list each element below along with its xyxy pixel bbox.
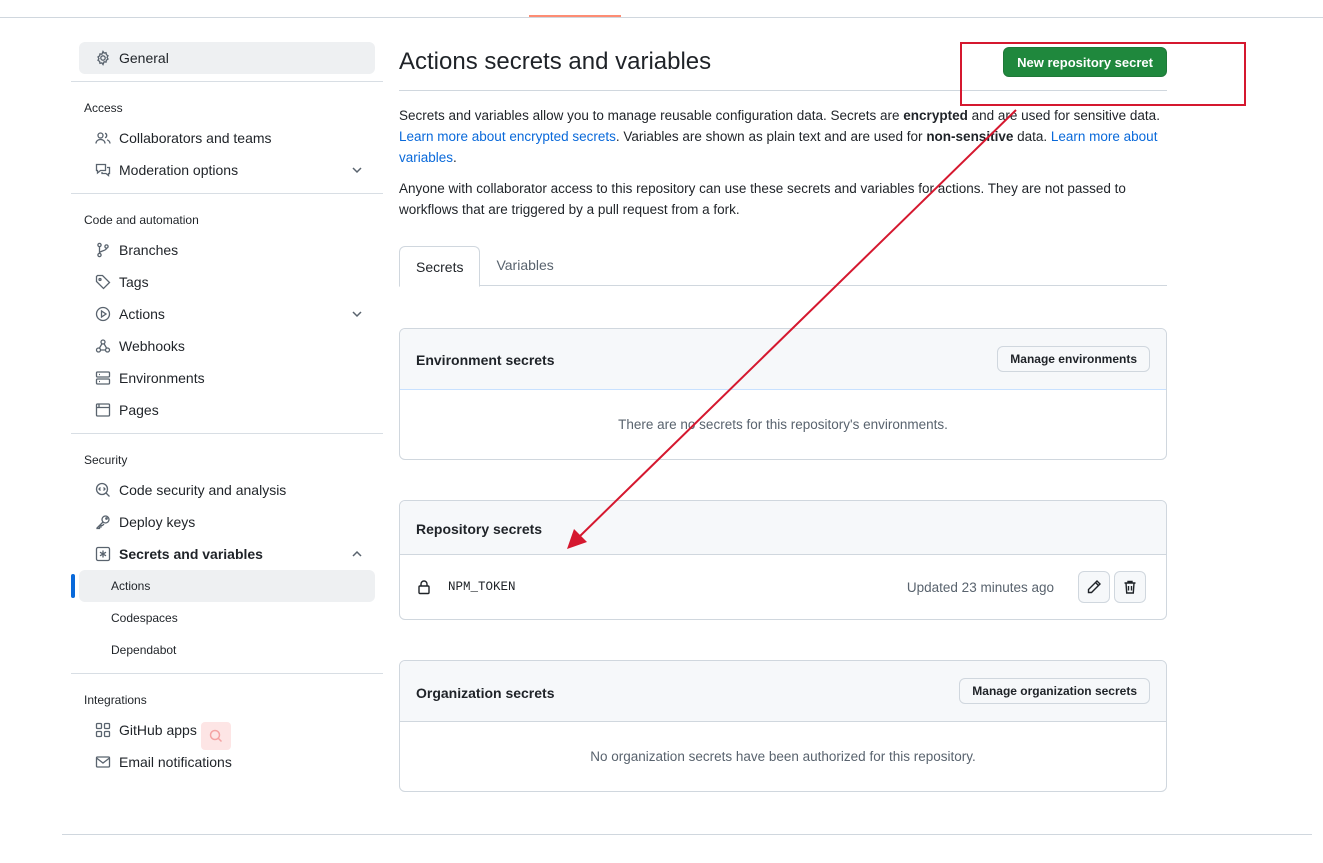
sidebar-item-email-notifications[interactable]: Email notifications <box>79 746 375 778</box>
environment-secrets-box: Environment secrets Manage environments … <box>399 328 1167 460</box>
sidebar-item-webhooks[interactable]: Webhooks <box>79 330 375 362</box>
people-icon <box>95 130 111 146</box>
edit-secret-button[interactable] <box>1078 571 1110 603</box>
chevron-down-icon[interactable] <box>349 162 365 178</box>
sidebar-subitem-label: Actions <box>111 579 151 593</box>
secret-updated-time: Updated 23 minutes ago <box>906 580 1054 595</box>
sidebar-item-code-security[interactable]: Code security and analysis <box>79 474 375 506</box>
sidebar-subitem-dependabot[interactable]: Dependabot <box>79 634 375 666</box>
sidebar-item-tags[interactable]: Tags <box>79 266 375 298</box>
sidebar-subitem-label: Dependabot <box>111 643 177 657</box>
sidebar-group-code-automation: Code and automation <box>84 213 199 227</box>
sidebar-group-access: Access <box>84 101 123 115</box>
browser-icon <box>95 402 111 418</box>
gear-icon <box>95 50 111 66</box>
key-icon <box>95 514 111 530</box>
desc-text: . <box>453 150 457 165</box>
desc-text: Secrets and variables allow you to manag… <box>399 108 904 123</box>
codescan-icon <box>95 482 111 498</box>
top-nav-strip <box>0 0 1323 18</box>
environment-secrets-empty: There are no secrets for this repository… <box>618 417 948 432</box>
sidebar-divider <box>71 673 383 674</box>
git-branch-icon <box>95 242 111 258</box>
organization-secrets-title: Organization secrets <box>416 685 555 701</box>
mail-icon <box>95 754 111 770</box>
search-icon <box>201 722 231 750</box>
tag-icon <box>95 274 111 290</box>
sidebar-subitem-actions[interactable]: Actions <box>71 570 375 602</box>
manage-organization-secrets-button[interactable]: Manage organization secrets <box>959 678 1150 704</box>
trash-icon <box>1124 580 1136 594</box>
sidebar-item-branches[interactable]: Branches <box>79 234 375 266</box>
organization-secrets-header: Organization secrets Manage organization… <box>400 661 1166 722</box>
settings-sidebar: General Access Collaborators and teams M… <box>71 42 383 778</box>
sidebar-group-security: Security <box>84 453 128 467</box>
sidebar-item-label: Email notifications <box>119 754 232 770</box>
chevron-down-icon[interactable] <box>349 306 365 322</box>
description-paragraph: Secrets and variables allow you to manag… <box>399 105 1167 168</box>
sidebar-item-label: Webhooks <box>119 338 185 354</box>
sidebar-divider <box>71 193 383 194</box>
sidebar-item-pages[interactable]: Pages <box>79 394 375 426</box>
desc-text: data. <box>1013 129 1051 144</box>
environment-secrets-title: Environment secrets <box>416 352 555 368</box>
chevron-up-icon[interactable] <box>349 546 365 562</box>
organization-secrets-empty: No organization secrets have been author… <box>590 749 976 764</box>
sidebar-item-label: Moderation options <box>119 162 239 178</box>
secret-name: NPM_TOKEN <box>448 580 516 594</box>
active-tab-underline <box>529 15 621 17</box>
desc-bold: encrypted <box>903 108 968 123</box>
sidebar-item-moderation[interactable]: Moderation options <box>79 154 375 186</box>
sidebar-item-secrets-variables[interactable]: Secrets and variables <box>79 538 375 570</box>
sidebar-divider <box>71 433 383 434</box>
repository-secrets-header: Repository secrets <box>400 501 1166 555</box>
sidebar-item-label: Actions <box>119 306 165 322</box>
sidebar-group-integrations: Integrations <box>84 693 147 707</box>
comment-discussion-icon <box>95 162 111 178</box>
sidebar-item-general[interactable]: General <box>79 42 375 74</box>
sidebar-item-label: Code security and analysis <box>119 482 287 498</box>
repository-secrets-box: Repository secrets NPM_TOKEN Updated 23 … <box>399 500 1167 620</box>
sidebar-item-label: Secrets and variables <box>119 546 263 562</box>
sidebar-item-label: Deploy keys <box>119 514 196 530</box>
annotation-highlight-box <box>960 42 1246 106</box>
desc-text: and are used for sensitive data. <box>967 108 1160 123</box>
sidebar-item-label: Tags <box>119 274 149 290</box>
sidebar-subitem-codespaces[interactable]: Codespaces <box>79 602 375 634</box>
repository-secrets-title: Repository secrets <box>416 521 543 537</box>
sidebar-item-label: GitHub apps <box>119 722 197 738</box>
page-title: Actions secrets and variables <box>399 48 712 75</box>
manage-environments-button[interactable]: Manage environments <box>997 346 1150 372</box>
server-icon <box>95 370 111 386</box>
sidebar-divider <box>71 81 383 82</box>
sidebar-item-deploy-keys[interactable]: Deploy keys <box>79 506 375 538</box>
sidebar-item-label: Branches <box>119 242 179 258</box>
apps-icon <box>95 722 111 738</box>
tab-secrets[interactable]: Secrets <box>399 246 481 287</box>
desc-text: . Variables are shown as plain text and … <box>615 129 927 144</box>
desc-bold: non-sensitive <box>926 129 1014 144</box>
environment-secrets-header: Environment secrets Manage environments <box>400 329 1166 390</box>
sidebar-item-environments[interactable]: Environments <box>79 362 375 394</box>
sidebar-item-actions[interactable]: Actions <box>79 298 375 330</box>
organization-secrets-box: Organization secrets Manage organization… <box>399 660 1167 792</box>
sidebar-item-label: General <box>119 50 169 66</box>
sidebar-item-label: Environments <box>119 370 205 386</box>
lock-icon <box>418 580 430 595</box>
sidebar-item-collaborators[interactable]: Collaborators and teams <box>79 122 375 154</box>
webhook-icon <box>95 338 111 354</box>
sidebar-item-label: Collaborators and teams <box>119 130 272 146</box>
sidebar-subitem-label: Codespaces <box>111 611 178 625</box>
play-icon <box>95 306 111 322</box>
learn-more-encrypted-secrets-link[interactable]: Learn more about encrypted secrets <box>399 129 616 144</box>
pencil-icon <box>1087 580 1101 594</box>
table-row: NPM_TOKEN Updated 23 minutes ago <box>400 555 1166 619</box>
asterisk-box-icon <box>95 546 111 562</box>
collaborator-access-note: Anyone with collaborator access to this … <box>399 181 1126 217</box>
sidebar-item-label: Pages <box>119 402 159 418</box>
tab-variables[interactable]: Variables <box>480 246 569 284</box>
secrets-variables-tabs: Secrets Variables <box>399 246 1167 287</box>
delete-secret-button[interactable] <box>1114 571 1146 603</box>
footer-divider <box>62 834 1312 835</box>
